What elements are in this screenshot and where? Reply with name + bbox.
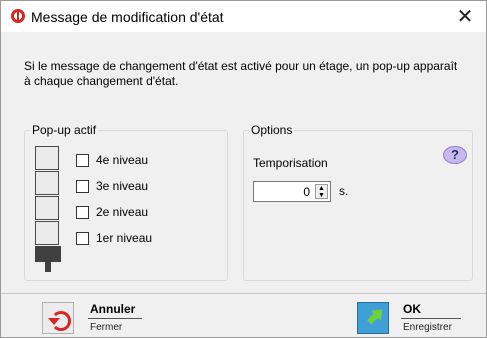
spinner-arrows-icon[interactable]: ▲ ▼ xyxy=(315,184,328,199)
level-4-row[interactable]: 4e niveau xyxy=(76,153,148,168)
cancel-undo-icon[interactable] xyxy=(42,302,74,334)
tower-segment-4 xyxy=(35,146,59,170)
options-group: Options xyxy=(243,123,473,281)
delay-spinner[interactable]: 0 ▲ ▼ xyxy=(253,181,331,202)
status-change-dialog: Message de modification d'état ✕ Si le m… xyxy=(0,0,487,338)
footer-divider xyxy=(1,293,486,294)
level-4-label: 4e niveau xyxy=(96,153,149,167)
delay-value[interactable]: 0 xyxy=(303,185,310,199)
cancel-underline xyxy=(88,318,142,319)
level-3-label: 3e niveau xyxy=(96,179,149,193)
level-1-row[interactable]: 1er niveau xyxy=(76,231,152,246)
ok-sublabel[interactable]: Enregistrer xyxy=(403,322,452,333)
tower-segment-1 xyxy=(35,221,59,245)
level-1-label: 1er niveau xyxy=(96,231,153,245)
level-3-checkbox[interactable] xyxy=(76,180,89,193)
help-icon[interactable]: ? xyxy=(443,146,467,164)
tower-segment-2 xyxy=(35,196,59,220)
cancel-sublabel[interactable]: Fermer xyxy=(90,322,122,333)
close-icon[interactable]: ✕ xyxy=(452,4,478,30)
delay-label: Temporisation xyxy=(253,156,328,170)
delay-unit: s. xyxy=(339,184,349,198)
ok-save-icon[interactable] xyxy=(357,302,389,334)
tower-segment-3 xyxy=(35,171,59,195)
signal-tower-icon xyxy=(35,146,61,272)
cancel-button-label[interactable]: Annuler xyxy=(90,302,135,316)
title-bar: Message de modification d'état ✕ xyxy=(1,1,486,32)
description-text: Si le message de changement d'état est a… xyxy=(24,59,458,88)
level-2-row[interactable]: 2e niveau xyxy=(76,205,148,220)
level-4-checkbox[interactable] xyxy=(76,154,89,167)
popup-active-legend: Pop-up actif xyxy=(32,123,97,137)
level-2-label: 2e niveau xyxy=(96,205,149,219)
tower-stem xyxy=(45,262,51,272)
ok-underline xyxy=(401,318,461,319)
tower-base xyxy=(35,246,61,262)
options-legend: Options xyxy=(251,123,293,137)
level-2-checkbox[interactable] xyxy=(76,206,89,219)
app-logo-icon xyxy=(11,9,25,23)
level-3-row[interactable]: 3e niveau xyxy=(76,179,148,194)
level-1-checkbox[interactable] xyxy=(76,232,89,245)
ok-button-label[interactable]: OK xyxy=(403,302,421,316)
window-title: Message de modification d'état xyxy=(31,9,224,25)
